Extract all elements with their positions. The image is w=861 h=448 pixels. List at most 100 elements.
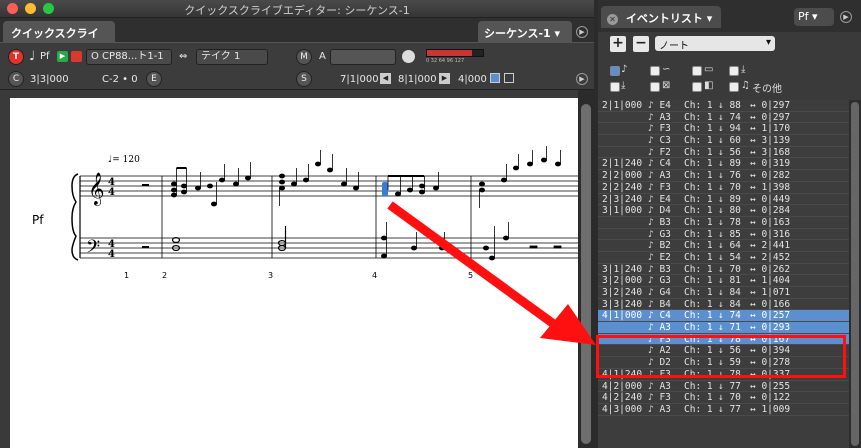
score-view[interactable]: 𝄞 𝄢 44 44 Pf ♩= 120 1 2 3 4 5 [10, 98, 578, 448]
locator-right-arrow-icon[interactable]: ▶ [439, 73, 450, 84]
event-list-header: ✕ イベントリスト ▾ Pf ▾ ▶ [598, 0, 861, 32]
event-row[interactable]: 4|2|240 ♪ F3 Ch: 1 ↓ 70 ↔ 0|122 [598, 392, 849, 404]
track-t-button[interactable]: T [8, 49, 24, 65]
expand-circle-icon[interactable]: ▶ [576, 73, 588, 85]
event-row[interactable]: ♪ E2 Ch: 1 ↓ 54 ↔ 2|452 [598, 252, 849, 264]
event-note-value: C3 [659, 135, 671, 147]
sequence-selector[interactable]: シーケンス-1 ▾ [478, 21, 572, 42]
play-circle-icon[interactable]: ▶ [576, 26, 588, 38]
event-channel-value: Ch: 1 [684, 228, 713, 240]
part-selector[interactable]: Pf ▾ [794, 8, 834, 26]
add-event-button[interactable]: + [610, 36, 626, 52]
tab-event-list[interactable]: ✕ イベントリスト ▾ [601, 6, 721, 28]
filter-pitchbend-checkbox[interactable] [650, 66, 660, 76]
title-bar: クイックスクライブエディター: シーケンス-1 [0, 0, 594, 18]
event-row[interactable]: ♪ A2 Ch: 1 ↓ 56 ↔ 0|394 [598, 345, 849, 358]
event-velocity-value: 54 [729, 251, 741, 263]
filter-control-checkbox[interactable] [650, 82, 660, 92]
event-note-value: D4 [659, 205, 671, 217]
editor-toolbar-bottom: C 3|3|000 C-2 • 0 E S 7|1|000 ◀ 8|1|000 … [0, 70, 594, 90]
locator-left-arrow-icon[interactable]: ◀ [380, 73, 391, 84]
event-list-scrollbar[interactable] [849, 100, 861, 448]
e-button[interactable]: E [146, 71, 162, 87]
remove-event-button[interactable]: − [633, 36, 649, 52]
play-icon[interactable]: ▶ [57, 51, 68, 62]
volume-field[interactable] [330, 49, 396, 65]
event-row[interactable]: ♪ D2 Ch: 1 ↓ 59 ↔ 0|278 [598, 357, 849, 369]
event-velocity: ↓ 78 [718, 368, 741, 380]
expand-circle-icon[interactable]: ▶ [840, 11, 852, 23]
event-channel-value: Ch: 1 [684, 357, 713, 369]
event-row[interactable]: 4|1|240 ♪ F3 Ch: 1 ↓ 78 ↔ 0|337 [598, 369, 849, 381]
event-note: ♪ G3 [648, 275, 671, 287]
event-row[interactable]: ♪ F3 Ch: 1 ↓ 78 ↔ 0|167 [598, 333, 849, 346]
event-row[interactable]: 2|1|240 ♪ C4 Ch: 1 ↓ 89 ↔ 0|319 [598, 158, 849, 171]
event-length-value: 0|394 [761, 345, 791, 357]
selected-note-chord[interactable] [382, 182, 388, 196]
event-note-value: G4 [659, 287, 671, 298]
event-row[interactable]: 3|3|240 ♪ B4 Ch: 1 ↓ 84 ↔ 0|166 [598, 299, 849, 311]
filter-sysex-checkbox[interactable] [692, 66, 702, 76]
event-position-value: 4|1|240 [602, 368, 643, 380]
event-row[interactable]: 4|2|000 ♪ A3 Ch: 1 ↓ 77 ↔ 0|255 [598, 381, 849, 393]
event-row[interactable]: 2|3|240 ♪ E4 Ch: 1 ↓ 89 ↔ 0|449 [598, 194, 849, 206]
filter-other-checkbox[interactable] [729, 82, 739, 92]
event-row[interactable]: 2|2|000 ♪ A3 Ch: 1 ↓ 76 ↔ 0|282 [598, 170, 849, 182]
filter-program-checkbox[interactable] [692, 82, 702, 92]
event-row[interactable]: 2|1|000 ♪ E4 Ch: 1 ↓ 88 ↔ 0|297 [598, 100, 849, 112]
event-position-value: 3|1|000 [602, 205, 643, 217]
pan-knob-icon[interactable] [402, 50, 415, 63]
event-channel-value: Ch: 1 [684, 216, 713, 228]
filter-poly-pressure-checkbox[interactable] [610, 82, 620, 92]
event-type-selector[interactable]: ノート ▾ [655, 36, 775, 52]
event-row[interactable]: 3|1|000 ♪ D4 Ch: 1 ↓ 80 ↔ 0|284 [598, 205, 849, 217]
instrument-selector[interactable]: O CP88...ト1-1 [86, 49, 172, 65]
event-note-value: G3 [659, 228, 671, 240]
event-row[interactable]: 4|1|000 ♪ C4 Ch: 1 ↓ 74 ↔ 0|257 [598, 310, 849, 323]
event-row[interactable]: 3|2|240 ♪ G4 Ch: 1 ↓ 84 ↔ 1|071 [598, 287, 849, 299]
event-channel-value: Ch: 1 [684, 123, 713, 135]
event-list-scrollbar-thumb[interactable] [851, 102, 859, 446]
window-title: クイックスクライブエディター: シーケンス-1 [184, 4, 410, 17]
event-channel: Ch: 1 [684, 240, 713, 252]
event-channel: Ch: 1 [684, 322, 713, 334]
filter-aftertouch-checkbox[interactable] [729, 66, 739, 76]
event-row[interactable]: ♪ B2 Ch: 1 ↓ 64 ↔ 2|441 [598, 240, 849, 252]
filter-note-checkbox[interactable] [610, 66, 620, 76]
record-icon[interactable] [71, 51, 82, 62]
event-length-value: 2|452 [761, 251, 791, 263]
event-row[interactable]: ♪ B3 Ch: 1 ↓ 78 ↔ 0|163 [598, 217, 849, 229]
pointer-icon[interactable] [504, 73, 514, 83]
event-channel: Ch: 1 [684, 287, 713, 299]
event-row[interactable]: 2|2|240 ♪ F3 Ch: 1 ↓ 70 ↔ 1|398 [598, 182, 849, 194]
event-velocity-value: 56 [729, 146, 741, 158]
event-row[interactable]: ♪ G3 Ch: 1 ↓ 85 ↔ 0|316 [598, 229, 849, 241]
close-tab-icon[interactable]: ✕ [607, 14, 618, 25]
s-button[interactable]: S [296, 71, 312, 87]
mute-button[interactable]: M [296, 49, 312, 65]
pitchbend-icon: ∽ [662, 64, 671, 75]
event-length: ↔ 0|297 [750, 111, 791, 123]
tab-quickscribe[interactable]: クイックスクライブ [3, 21, 115, 56]
event-row[interactable]: 4|3|000 ♪ A3 Ch: 1 ↓ 77 ↔ 1|009 [598, 404, 849, 416]
event-length: ↔ 0|163 [750, 216, 791, 228]
brace-icon [71, 173, 79, 261]
c-button[interactable]: C [8, 71, 24, 87]
event-row[interactable]: 3|1|240 ♪ B3 Ch: 1 ↓ 70 ↔ 0|262 [598, 264, 849, 276]
event-row[interactable]: ♪ A3 Ch: 1 ↓ 71 ↔ 0|293 [598, 322, 849, 334]
event-channel: Ch: 1 [684, 158, 713, 170]
cycle-icon[interactable] [490, 73, 500, 83]
event-row[interactable]: ♪ C3 Ch: 1 ↓ 60 ↔ 3|139 [598, 135, 849, 147]
event-velocity-value: 56 [729, 345, 741, 357]
event-row[interactable]: 3|2|000 ♪ G3 Ch: 1 ↓ 81 ↔ 1|404 [598, 275, 849, 287]
take-selector[interactable]: テイク 1 [196, 49, 268, 65]
score-scrollbar[interactable] [578, 90, 594, 448]
event-list[interactable]: 2|1|000 ♪ E4 Ch: 1 ↓ 88 ↔ 0|297 ♪ A3 Ch: 1 ↓ 74… [598, 100, 849, 448]
event-row[interactable]: ♪ F3 Ch: 1 ↓ 94 ↔ 1|170 [598, 123, 849, 136]
event-row[interactable]: ♪ F2 Ch: 1 ↓ 56 ↔ 3|168 [598, 147, 849, 159]
instrument-label: O CP88...ト1-1 [91, 51, 164, 62]
event-note-value: C4 [659, 310, 671, 322]
event-row[interactable]: ♪ A3 Ch: 1 ↓ 74 ↔ 0|297 [598, 112, 849, 124]
event-note-value: D2 [659, 357, 671, 369]
score-scrollbar-thumb[interactable] [581, 104, 591, 444]
